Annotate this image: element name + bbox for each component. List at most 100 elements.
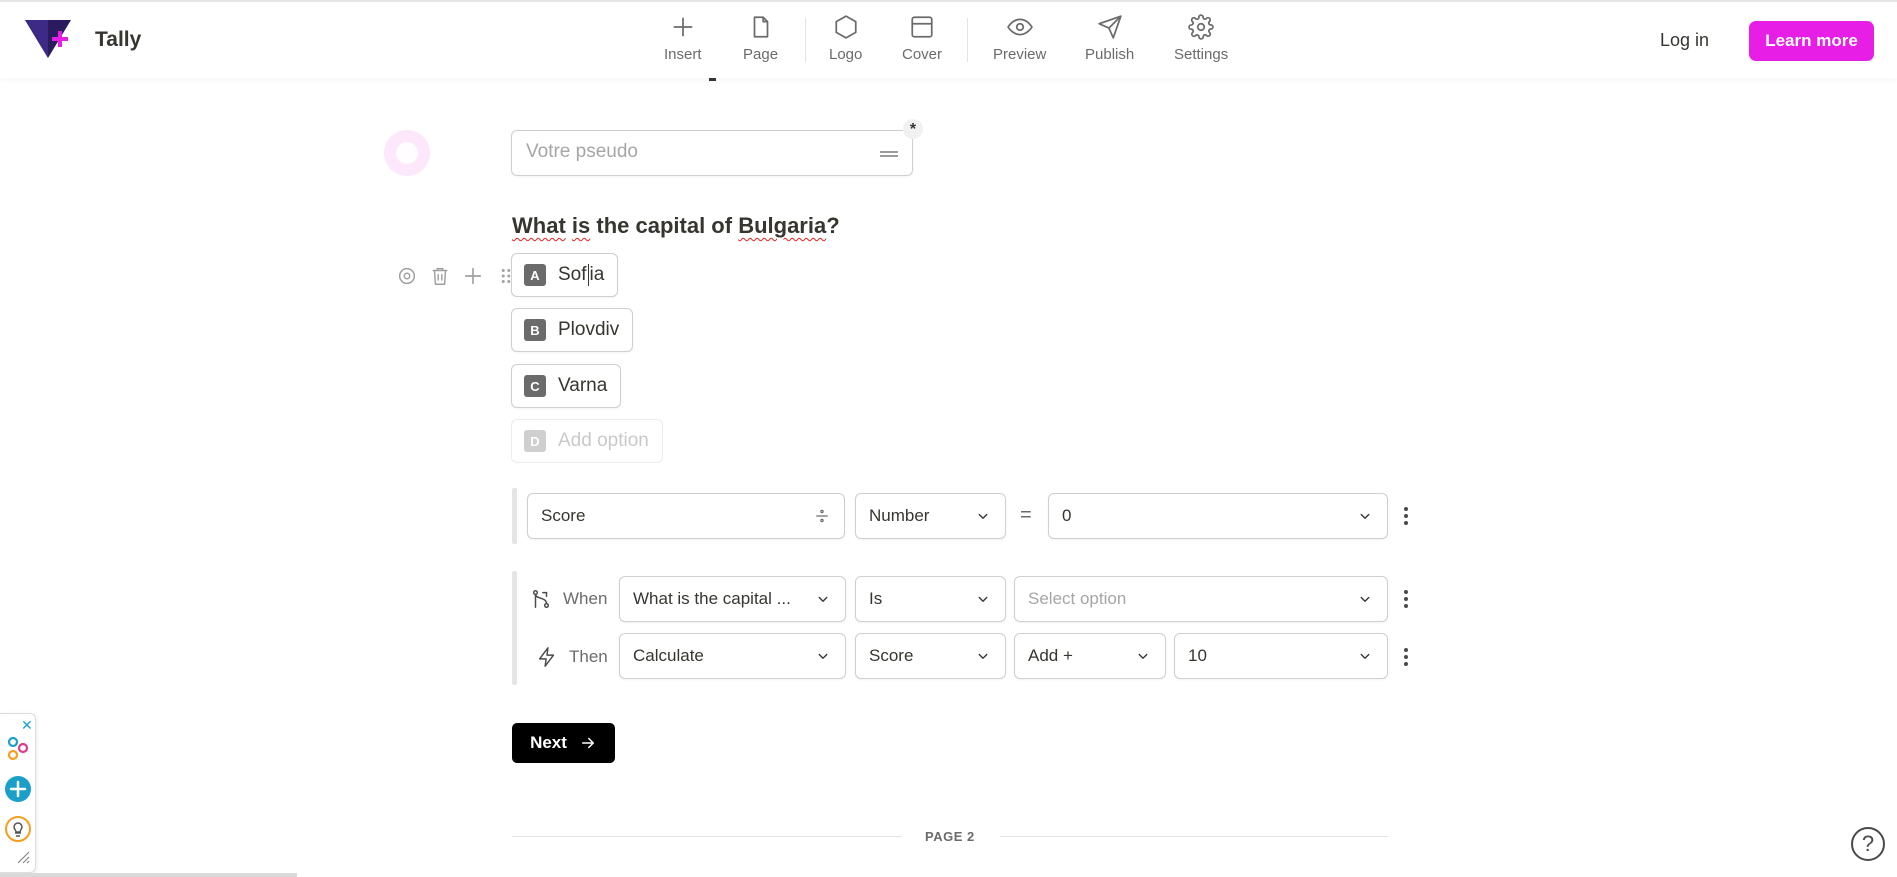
- then-field-select[interactable]: Score: [855, 633, 1006, 679]
- next-button[interactable]: Next: [512, 723, 615, 763]
- block-toolbar: [394, 263, 518, 288]
- option-label: Plovdiv: [558, 319, 620, 340]
- page-divider-line: [1000, 836, 1388, 837]
- insert-button[interactable]: Insert: [664, 14, 702, 63]
- side-widget: ✕: [0, 713, 36, 873]
- lightbulb-icon[interactable]: [4, 815, 32, 843]
- add-option-label: Add option: [558, 430, 649, 451]
- calculated-field-menu-button[interactable]: [1400, 505, 1412, 527]
- preview-button[interactable]: Preview: [993, 14, 1046, 63]
- question-title[interactable]: What is the capital of Bulgaria?: [512, 213, 840, 239]
- cover-label: Cover: [902, 46, 943, 63]
- block-avatar: [384, 130, 430, 176]
- option-key: A: [524, 264, 546, 286]
- text-caret: [587, 263, 589, 286]
- preview-label: Preview: [993, 46, 1047, 63]
- question-word-what: What: [512, 213, 566, 238]
- conditional-logic-bar: [512, 571, 517, 685]
- cover-button[interactable]: Cover: [902, 14, 942, 63]
- question-suffix: ?: [826, 213, 840, 238]
- calculated-field-type-select[interactable]: Number: [855, 493, 1006, 539]
- tally-logo[interactable]: [25, 20, 71, 60]
- option-key: C: [524, 375, 546, 397]
- calculated-field-name[interactable]: Score: [527, 493, 845, 539]
- chevron-down-icon: [818, 653, 828, 659]
- question-mid: the capital of: [596, 213, 733, 238]
- calculated-field-value-select[interactable]: 0: [1048, 493, 1388, 539]
- trash-icon: [432, 267, 447, 285]
- when-label: When: [563, 589, 608, 608]
- page-label: Page: [743, 46, 779, 63]
- option-key: D: [524, 430, 546, 452]
- settings-label: Settings: [1174, 46, 1229, 63]
- chevron-down-icon: [978, 513, 988, 519]
- help-button[interactable]: ?: [1851, 827, 1885, 861]
- then-action-select[interactable]: Calculate: [619, 633, 846, 679]
- scrollbar-track[interactable]: [0, 873, 297, 877]
- lightning-icon: [538, 647, 555, 667]
- chevron-down-icon: [978, 596, 988, 602]
- page-button[interactable]: Page: [743, 14, 778, 63]
- logo-button[interactable]: Logo: [829, 14, 862, 63]
- then-menu-button[interactable]: [1400, 646, 1412, 668]
- option-b[interactable]: B Plovdiv: [511, 308, 634, 352]
- short-answer-icon: [880, 151, 898, 157]
- question-country: Bulgaria: [738, 213, 827, 238]
- send-icon: [1097, 15, 1122, 39]
- top-bar: Tally Insert Page Logo Cover Preview Pub…: [0, 2, 1897, 78]
- then-operation-select[interactable]: Add +: [1014, 633, 1166, 679]
- option-key: B: [524, 319, 546, 341]
- calculated-field-bar: [512, 488, 517, 544]
- pseudo-field[interactable]: [511, 130, 913, 176]
- block-delete-button[interactable]: [427, 263, 452, 288]
- page-icon: [753, 16, 768, 38]
- learn-more-button[interactable]: Learn more: [1749, 21, 1874, 61]
- chevron-down-icon: [818, 596, 828, 602]
- when-value-select[interactable]: Select option: [1014, 576, 1388, 622]
- text-cursor-mark: [709, 78, 716, 81]
- add-circle-icon[interactable]: [4, 775, 32, 803]
- settings-button[interactable]: Settings: [1174, 14, 1228, 63]
- block-settings-button[interactable]: [394, 263, 419, 288]
- logo-label: Logo: [829, 46, 863, 63]
- equals-sign: =: [1020, 504, 1032, 526]
- then-label: Then: [569, 647, 608, 666]
- plus-icon: [673, 17, 693, 37]
- required-badge[interactable]: *: [903, 119, 923, 139]
- brand-name: Tally: [95, 28, 142, 51]
- chevron-down-icon: [1360, 513, 1370, 519]
- next-label: Next: [530, 733, 567, 752]
- publish-button[interactable]: Publish: [1085, 14, 1134, 63]
- chevron-down-icon: [1360, 653, 1370, 659]
- hexagon-icon: [835, 15, 857, 39]
- gear-icon: [1188, 14, 1214, 40]
- close-icon[interactable]: ✕: [21, 717, 33, 734]
- branch-icon: [532, 590, 550, 608]
- option-label: Sof ia: [558, 263, 605, 286]
- chevron-down-icon: [1360, 596, 1370, 602]
- page-break-label: PAGE 2: [925, 829, 975, 844]
- page-divider-line: [512, 836, 902, 837]
- option-c[interactable]: C Varna: [511, 364, 622, 408]
- eye-icon: [1006, 18, 1033, 36]
- cover-icon: [911, 16, 933, 38]
- pseudo-input[interactable]: [526, 141, 856, 163]
- plus-icon: [464, 267, 481, 284]
- add-option-button[interactable]: D Add option: [511, 419, 663, 463]
- publish-label: Publish: [1085, 46, 1135, 63]
- when-menu-button[interactable]: [1400, 588, 1412, 610]
- then-value-select[interactable]: 10: [1174, 633, 1388, 679]
- block-add-button[interactable]: [460, 263, 485, 288]
- toolbar-divider: [967, 18, 968, 62]
- circles-icon[interactable]: [4, 734, 32, 762]
- divide-icon: [816, 509, 828, 523]
- option-a[interactable]: A Sof ia: [511, 253, 619, 297]
- gear-icon: [398, 267, 415, 284]
- login-link[interactable]: Log in: [1660, 30, 1709, 51]
- toolbar-divider: [805, 18, 806, 62]
- arrow-right-icon: [581, 737, 594, 749]
- question-word-is: is: [571, 213, 591, 238]
- when-field-select[interactable]: What is the capital ...: [619, 576, 846, 622]
- when-operator-select[interactable]: Is: [855, 576, 1006, 622]
- resize-handle-icon[interactable]: [14, 848, 30, 864]
